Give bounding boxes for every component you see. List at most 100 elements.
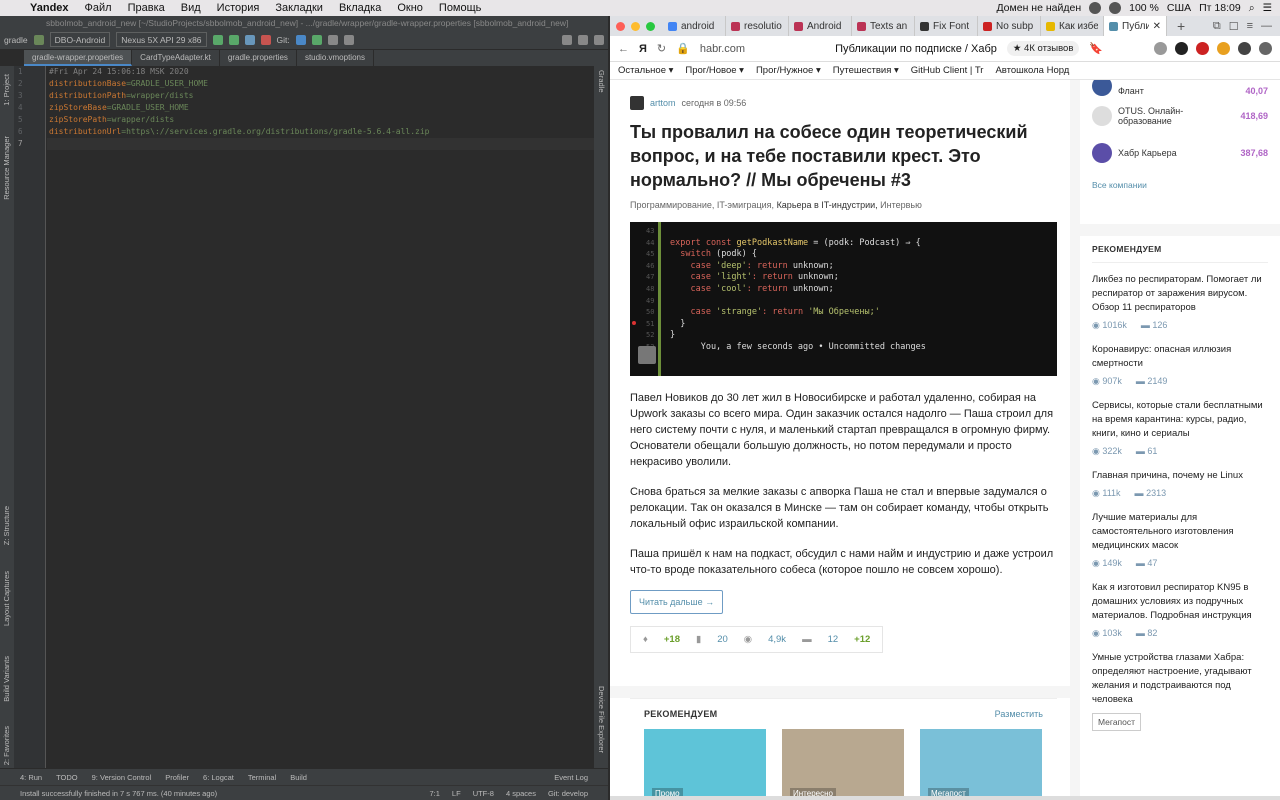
project-breadcrumb[interactable]: gradle bbox=[4, 35, 28, 45]
company-name[interactable]: OTUS. Онлайн-образование bbox=[1118, 106, 1234, 126]
company-row[interactable]: Хабр Карьера 387,68 bbox=[1092, 136, 1268, 170]
tool-version-control[interactable]: 9: Version Control bbox=[92, 773, 152, 782]
comments-count[interactable]: ▬ 2149 bbox=[1136, 376, 1168, 387]
profile-icon[interactable] bbox=[244, 34, 255, 45]
post-tag[interactable]: Мегапост bbox=[1092, 713, 1142, 731]
back-icon[interactable]: ← bbox=[618, 43, 629, 55]
comments-count[interactable]: ▬ 61 bbox=[1136, 446, 1158, 457]
bookmark-icon[interactable]: 🔖 bbox=[1089, 42, 1103, 55]
browser-tab[interactable]: Texts an bbox=[852, 16, 915, 36]
new-tab-button[interactable]: + bbox=[1167, 18, 1195, 34]
close-tab-icon[interactable]: ✕ bbox=[1153, 21, 1161, 32]
tool-structure[interactable]: Z: Structure bbox=[2, 506, 11, 545]
stop-icon[interactable] bbox=[260, 34, 271, 45]
close-window-button[interactable] bbox=[616, 21, 625, 31]
bookmark-folder[interactable]: Прог/Новое ▾ bbox=[685, 65, 744, 76]
search-icon[interactable]: ⌕ bbox=[1249, 2, 1255, 15]
company-row[interactable]: OTUS. Онлайн-образование 418,69 bbox=[1092, 96, 1268, 136]
reload-icon[interactable]: ↻ bbox=[657, 42, 666, 55]
hub-link[interactable]: Карьера в IT-индустрии, bbox=[777, 200, 878, 210]
menu-icon[interactable]: ≡ bbox=[1247, 20, 1253, 33]
all-companies-link[interactable]: Все компании bbox=[1092, 180, 1268, 190]
browser-tab[interactable]: android bbox=[663, 16, 726, 36]
recommended-post-title[interactable]: Коронавирус: опасная иллюзия смертности bbox=[1092, 343, 1268, 371]
indent-setting[interactable]: 4 spaces bbox=[506, 789, 536, 798]
tool-device-file-explorer[interactable]: Device File Explorer bbox=[597, 686, 606, 753]
author-link[interactable]: arttom bbox=[650, 98, 676, 108]
bookmark-link[interactable]: GitHub Client | Tr bbox=[911, 65, 984, 76]
comments-count[interactable]: ▬ 126 bbox=[1141, 320, 1168, 331]
code-editor[interactable]: #Fri Apr 24 15:06:18 MSK 2020 distributi… bbox=[47, 66, 594, 784]
menu-window[interactable]: Окно bbox=[389, 2, 431, 14]
undo-icon[interactable] bbox=[343, 34, 354, 45]
recommended-post-title[interactable]: Главная причина, почему не Linux bbox=[1092, 469, 1268, 483]
battery-extension-icon[interactable] bbox=[1217, 42, 1230, 55]
git-history-icon[interactable] bbox=[327, 34, 338, 45]
menu-tab[interactable]: Вкладка bbox=[331, 2, 389, 14]
tool-todo[interactable]: TODO bbox=[56, 773, 78, 782]
recommend-card[interactable]: Интересно bbox=[782, 729, 904, 799]
tool-resource-manager[interactable]: Resource Manager bbox=[2, 136, 11, 200]
browser-tab[interactable]: Android bbox=[789, 16, 852, 36]
bookmark-folder[interactable]: Путешествия ▾ bbox=[833, 65, 899, 76]
recommend-card[interactable]: Промо bbox=[644, 729, 766, 799]
globe-extension-icon[interactable] bbox=[1154, 42, 1167, 55]
status-message[interactable]: Install successfully finished in 7 s 767… bbox=[20, 789, 217, 798]
browser-tab[interactable]: No subp bbox=[978, 16, 1041, 36]
bookmark-folder[interactable]: Прог/Нужное ▾ bbox=[756, 65, 821, 76]
company-row[interactable]: Флант 40,07 bbox=[1092, 80, 1268, 96]
menu-bookmarks[interactable]: Закладки bbox=[267, 2, 331, 14]
new-comments-count[interactable]: +12 bbox=[854, 634, 870, 645]
tool-run[interactable]: 4: Run bbox=[20, 773, 42, 782]
tool-event-log[interactable]: Event Log bbox=[554, 773, 608, 782]
tool-build[interactable]: Build bbox=[290, 773, 307, 782]
bookmark-folder[interactable]: Остальное ▾ bbox=[618, 65, 673, 76]
browser-tab-active[interactable]: Публи ✕ bbox=[1104, 16, 1167, 36]
line-separator[interactable]: LF bbox=[452, 789, 461, 798]
debug-icon[interactable] bbox=[228, 34, 239, 45]
post-title[interactable]: Ты провалил на собесе один теоретический… bbox=[630, 120, 1030, 192]
comments-count[interactable]: ▬ 2313 bbox=[1135, 488, 1167, 499]
device-select[interactable]: Nexus 5X API 29 x86 bbox=[116, 32, 207, 47]
caret-position[interactable]: 7:1 bbox=[429, 789, 439, 798]
recommended-post-title[interactable]: Умные устройства глазами Хабра: определя… bbox=[1092, 651, 1268, 707]
minimize-icon[interactable]: — bbox=[1261, 20, 1272, 33]
yandex-logo-icon[interactable]: Я bbox=[639, 43, 647, 55]
tab-studio-vmoptions[interactable]: studio.vmoptions bbox=[297, 50, 374, 66]
comments-count[interactable]: 12 bbox=[828, 634, 839, 645]
menu-app-name[interactable]: Yandex bbox=[22, 2, 77, 14]
extension-icon[interactable] bbox=[1196, 42, 1209, 55]
battery-label[interactable]: 100 % bbox=[1129, 2, 1159, 14]
git-update-icon[interactable] bbox=[295, 34, 306, 45]
vpn-icon[interactable] bbox=[1089, 2, 1102, 14]
input-language[interactable]: США bbox=[1167, 2, 1191, 14]
tab-gradle-properties[interactable]: gradle.properties bbox=[220, 50, 297, 66]
menu-history[interactable]: История bbox=[209, 2, 268, 14]
place-ad-link[interactable]: Разместить bbox=[995, 709, 1043, 719]
bookmark-icon[interactable]: ▮ bbox=[696, 634, 701, 645]
hub-link[interactable]: Программирование, bbox=[630, 200, 714, 210]
extension-icon[interactable] bbox=[1175, 42, 1188, 55]
url-field[interactable]: habr.com bbox=[700, 43, 745, 55]
extension-icon[interactable] bbox=[1238, 42, 1251, 55]
comments-count[interactable]: ▬ 82 bbox=[1136, 628, 1158, 639]
read-more-button[interactable]: Читать дальше → bbox=[630, 590, 724, 614]
tool-favorites[interactable]: 2: Favorites bbox=[2, 726, 11, 765]
comments-icon[interactable]: ▬ bbox=[802, 634, 812, 645]
tool-logcat[interactable]: 6: Logcat bbox=[203, 773, 234, 782]
tool-build-variants[interactable]: Build Variants bbox=[2, 656, 11, 702]
company-name[interactable]: Хабр Карьера bbox=[1118, 148, 1234, 158]
domain-status[interactable]: Домен не найден bbox=[996, 2, 1081, 14]
bookmark-link[interactable]: Автошкола Норд bbox=[995, 65, 1069, 76]
browser-tab[interactable]: Как избе bbox=[1041, 16, 1104, 36]
reviews-badge[interactable]: ★ 4К отзывов bbox=[1006, 41, 1080, 56]
file-encoding[interactable]: UTF-8 bbox=[473, 789, 494, 798]
tool-gradle[interactable]: Gradle bbox=[597, 70, 606, 93]
search-icon[interactable] bbox=[594, 34, 604, 45]
run-config-select[interactable]: DBO-Android bbox=[49, 32, 111, 47]
tab-gradle-wrapper[interactable]: gradle-wrapper.properties bbox=[24, 50, 133, 66]
comments-count[interactable]: ▬ 47 bbox=[1136, 558, 1158, 569]
menu-view[interactable]: Вид bbox=[173, 2, 209, 14]
clock[interactable]: Пт 18:09 bbox=[1199, 2, 1241, 14]
git-branch[interactable]: Git: develop bbox=[548, 789, 588, 798]
